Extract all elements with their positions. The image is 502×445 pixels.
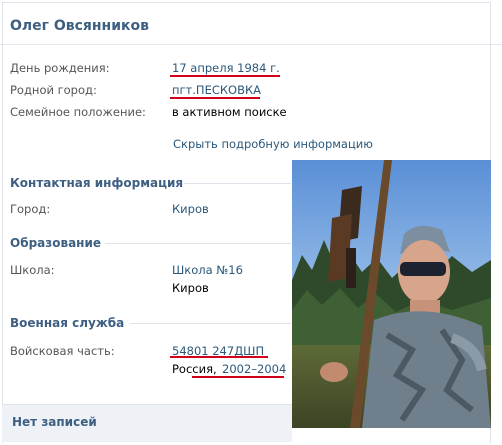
contact-heading: Контактная информация xyxy=(10,176,184,190)
contact-heading-rule xyxy=(184,183,291,184)
red-underline-unit xyxy=(170,356,268,358)
wall-bar: Нет записей xyxy=(2,404,292,442)
red-underline-birthday xyxy=(170,75,280,77)
birthday-link[interactable]: 17 апреля 1984 г. xyxy=(172,61,280,75)
education-heading-rule xyxy=(105,243,291,244)
unit-label: Войсковая часть: xyxy=(10,344,115,358)
no-posts-label: Нет записей xyxy=(12,415,97,429)
red-underline-hometown xyxy=(170,97,260,99)
relationship-label: Семейное положение: xyxy=(10,105,146,119)
school-label: Школа: xyxy=(10,263,55,277)
military-heading: Военная служба xyxy=(10,316,125,330)
photo-illustration xyxy=(292,160,491,428)
education-heading: Образование xyxy=(10,236,102,250)
hometown-link[interactable]: пгт.ПЕСКОВКА xyxy=(172,83,261,97)
city-link[interactable]: Киров xyxy=(172,202,209,216)
red-underline-years xyxy=(192,376,284,378)
school-city: Киров xyxy=(172,281,209,295)
service-country: Россия, xyxy=(172,362,217,376)
service-years-link[interactable]: 2002–2004 xyxy=(222,362,286,376)
relationship-value: в активном поиске xyxy=(172,105,287,119)
hometown-label: Родной город: xyxy=(10,83,97,97)
birthday-label: День рождения: xyxy=(10,61,110,75)
profile-name: Олег Овсянников xyxy=(10,18,150,34)
hide-details-link[interactable]: Скрыть подробную информацию xyxy=(173,137,373,151)
city-label: Город: xyxy=(10,202,51,216)
school-link[interactable]: Школа №16 xyxy=(172,263,243,277)
military-heading-rule xyxy=(130,323,291,324)
header-divider xyxy=(0,44,502,45)
profile-photo[interactable] xyxy=(292,160,491,428)
